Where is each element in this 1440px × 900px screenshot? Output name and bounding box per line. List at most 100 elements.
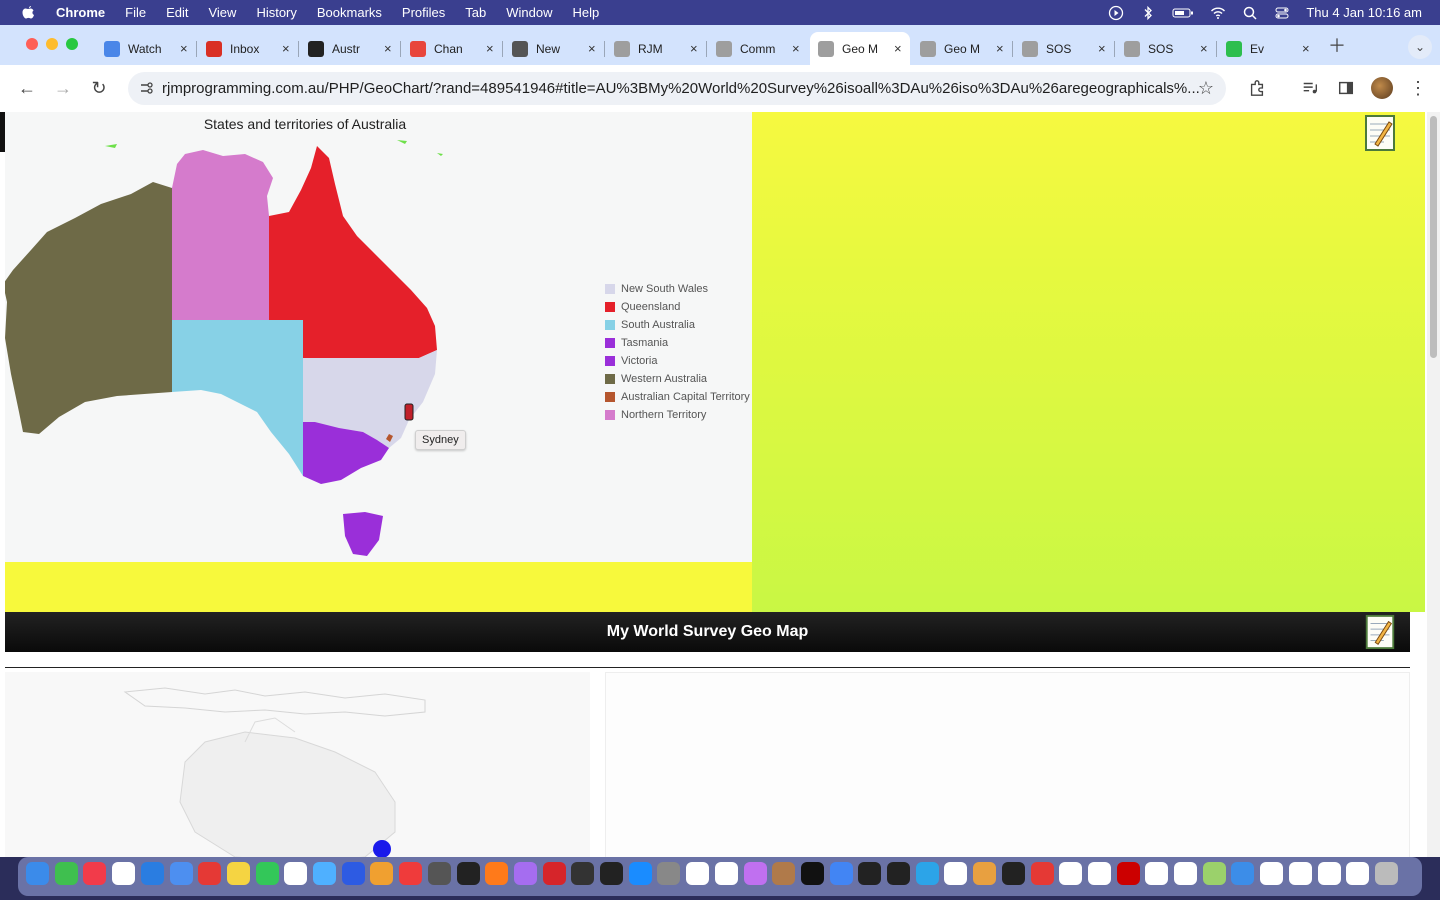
region-northern-territory[interactable] <box>172 150 273 320</box>
dock-app-icon[interactable] <box>1260 862 1284 885</box>
dock-app-icon[interactable] <box>198 862 222 885</box>
bluetooth-icon[interactable] <box>1140 5 1156 21</box>
legend-item[interactable]: Northern Territory <box>605 406 750 424</box>
menu-clock[interactable]: Thu 4 Jan 10:16 am <box>1306 5 1422 20</box>
browser-tab[interactable]: Geo M × <box>912 32 1012 65</box>
dock-app-icon[interactable] <box>571 862 595 885</box>
dock-app-icon[interactable] <box>255 862 279 885</box>
browser-tab[interactable]: Inbox × <box>198 32 298 65</box>
dock-app-icon[interactable] <box>1374 862 1398 885</box>
dock-app-icon[interactable] <box>628 862 652 885</box>
close-tab-icon[interactable]: × <box>486 41 494 56</box>
close-tab-icon[interactable]: × <box>1098 41 1106 56</box>
browser-tab[interactable]: SOS × <box>1014 32 1114 65</box>
menu-help[interactable]: Help <box>573 5 600 20</box>
browser-tab[interactable]: Ev × <box>1218 32 1318 65</box>
dock-app-icon[interactable] <box>887 862 910 885</box>
dock-app-icon[interactable] <box>1145 862 1169 885</box>
legend-item[interactable]: New South Wales <box>605 280 750 298</box>
dock-app-icon[interactable] <box>112 862 136 885</box>
new-tab-icon[interactable]: ＋ <box>1327 35 1347 56</box>
more-menu-icon[interactable]: ⋮ <box>1408 78 1428 98</box>
dock-app-icon[interactable] <box>456 862 480 885</box>
region-western-australia[interactable] <box>5 182 172 434</box>
notepad-icon[interactable] <box>1365 614 1395 650</box>
dock-app-icon[interactable] <box>858 862 882 885</box>
menu-bookmarks[interactable]: Bookmarks <box>317 5 382 20</box>
close-window-button[interactable] <box>26 38 38 50</box>
menu-view[interactable]: View <box>208 5 236 20</box>
browser-tab[interactable]: Austr × <box>300 32 400 65</box>
dock-app-icon[interactable] <box>1231 862 1255 885</box>
dock-app-icon[interactable] <box>485 862 509 885</box>
tab-search-icon[interactable]: ⌄ <box>1408 35 1432 59</box>
side-panel-icon[interactable] <box>1336 78 1356 98</box>
dock-app-icon[interactable] <box>1059 862 1083 885</box>
dock-app-icon[interactable] <box>657 862 681 885</box>
dock-app-icon[interactable] <box>915 862 939 885</box>
close-tab-icon[interactable]: × <box>588 41 596 56</box>
browser-tab[interactable]: Geo M × <box>810 32 910 65</box>
dock-app-icon[interactable] <box>1288 862 1312 885</box>
dock-app-icon[interactable] <box>26 862 49 885</box>
scrollbar-thumb[interactable] <box>1430 116 1437 358</box>
reload-icon[interactable]: ↻ <box>89 78 109 98</box>
menu-app-name[interactable]: Chrome <box>56 5 105 20</box>
dock-app-icon[interactable] <box>542 862 566 885</box>
browser-tab[interactable]: Comm × <box>708 32 808 65</box>
dock-app-icon[interactable] <box>284 862 308 885</box>
forward-arrow-icon[interactable]: → <box>53 78 73 98</box>
dock-app-icon[interactable] <box>513 862 537 885</box>
battery-icon[interactable] <box>1172 5 1194 21</box>
site-info-icon[interactable] <box>138 80 154 96</box>
close-tab-icon[interactable]: × <box>690 41 698 56</box>
dock-app-icon[interactable] <box>169 862 193 885</box>
dock-app-icon[interactable] <box>944 862 968 885</box>
legend-item[interactable]: South Australia <box>605 316 750 334</box>
wifi-icon[interactable] <box>1210 5 1226 21</box>
page-scrollbar[interactable] <box>1427 112 1440 857</box>
dock-app-icon[interactable] <box>1087 862 1111 885</box>
menu-tab[interactable]: Tab <box>465 5 486 20</box>
menu-history[interactable]: History <box>256 5 296 20</box>
zoom-window-button[interactable] <box>66 38 78 50</box>
close-tab-icon[interactable]: × <box>1302 41 1310 56</box>
legend-item[interactable]: Tasmania <box>605 334 750 352</box>
media-controls-icon[interactable] <box>1300 78 1320 98</box>
dock-app-icon[interactable] <box>140 862 164 885</box>
close-tab-icon[interactable]: × <box>792 41 800 56</box>
menu-edit[interactable]: Edit <box>166 5 188 20</box>
address-bar[interactable]: rjmprogramming.com.au/PHP/GeoChart/?rand… <box>128 72 1226 105</box>
play-circle-icon[interactable] <box>1108 5 1124 21</box>
dock-app-icon[interactable] <box>399 862 423 885</box>
region-tasmania[interactable] <box>343 512 383 556</box>
dock-app-icon[interactable] <box>341 862 365 885</box>
menu-profiles[interactable]: Profiles <box>402 5 445 20</box>
dock-app-icon[interactable] <box>600 862 623 885</box>
dock-app-icon[interactable] <box>427 862 451 885</box>
dock-app-icon[interactable] <box>800 862 824 885</box>
dock-app-icon[interactable] <box>1030 862 1054 885</box>
legend-item[interactable]: Victoria <box>605 352 750 370</box>
close-tab-icon[interactable]: × <box>996 41 1004 56</box>
extensions-icon[interactable] <box>1247 78 1267 98</box>
dock-app-icon[interactable] <box>313 862 336 885</box>
close-tab-icon[interactable]: × <box>282 41 290 56</box>
dock-app-icon[interactable] <box>370 862 394 885</box>
browser-tab[interactable]: SOS × <box>1116 32 1216 65</box>
bookmark-star-icon[interactable]: ☆ <box>1196 78 1216 98</box>
legend-item[interactable]: Australian Capital Territory <box>605 388 750 406</box>
browser-tab[interactable]: Chan × <box>402 32 502 65</box>
dock-app-icon[interactable] <box>226 862 250 885</box>
back-arrow-icon[interactable]: ← <box>17 78 37 98</box>
dock-app-icon[interactable] <box>743 862 767 885</box>
legend-item[interactable]: Western Australia <box>605 370 750 388</box>
dock-app-icon[interactable] <box>83 862 107 885</box>
region-south-australia[interactable] <box>172 320 303 476</box>
close-tab-icon[interactable]: × <box>1200 41 1208 56</box>
dock-app-icon[interactable] <box>686 862 710 885</box>
browser-tab[interactable]: New × <box>504 32 604 65</box>
dock-app-icon[interactable] <box>829 862 853 885</box>
control-center-icon[interactable] <box>1274 5 1290 21</box>
close-tab-icon[interactable]: × <box>384 41 392 56</box>
